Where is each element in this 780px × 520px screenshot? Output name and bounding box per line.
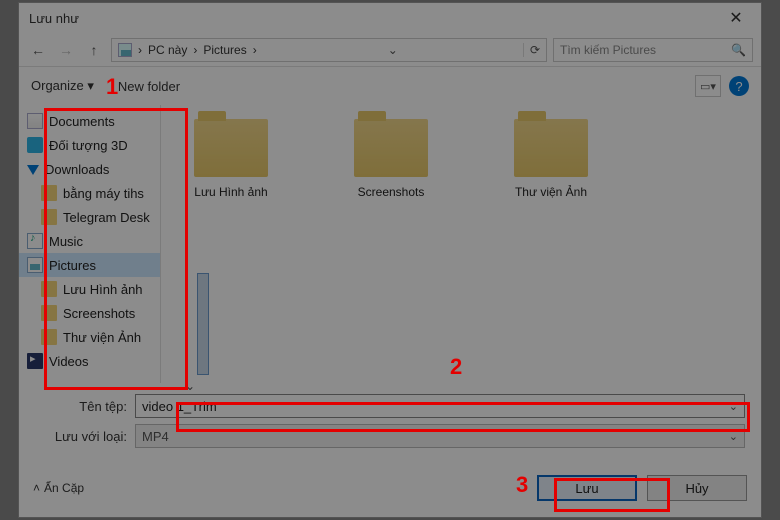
sidebar-item-label: Documents xyxy=(49,114,115,129)
breadcrumb-sep: › xyxy=(193,43,197,57)
dialog-footer: ˄ Ẩn Cặp Lưu Hủy xyxy=(19,467,761,509)
help-icon[interactable]: ? xyxy=(729,76,749,96)
sidebar-item-th-vi-n-nh[interactable]: Thư viện Ảnh xyxy=(19,325,160,349)
pic-icon xyxy=(27,257,43,273)
forward-icon: → xyxy=(55,39,77,61)
new-folder-button[interactable]: New folder xyxy=(118,79,180,94)
organize-menu[interactable]: Organize ▾ xyxy=(31,78,94,94)
fold-icon xyxy=(41,305,57,321)
titlebar: Lưu như ✕ xyxy=(19,3,761,33)
back-icon[interactable]: ← xyxy=(27,39,49,61)
sidebar-item-downloads[interactable]: Downloads xyxy=(19,157,160,181)
sidebar-item-label: Lưu Hình ảnh xyxy=(63,282,143,297)
cancel-button[interactable]: Hủy xyxy=(647,475,747,501)
view-mode-button[interactable]: ▭▾ xyxy=(695,75,721,97)
sidebar-item-label: Music xyxy=(49,234,83,249)
toolbar: Organize ▾ New folder ▭▾ ? xyxy=(19,67,761,105)
filename-input[interactable]: video 1_Trim ⌄ xyxy=(135,394,745,418)
folder-item[interactable]: Lưu Hình ảnh xyxy=(181,119,281,199)
save-button[interactable]: Lưu xyxy=(537,475,637,501)
obj3d-icon xyxy=(27,137,43,153)
breadcrumb-sep: › xyxy=(253,43,257,57)
sidebar-item-label: Screenshots xyxy=(63,306,135,321)
folder-item[interactable]: Screenshots xyxy=(341,119,441,199)
chevron-down-icon[interactable]: ⌄ xyxy=(729,400,738,413)
nav-row: ← → ↑ › PC này › Pictures › ⌄ ⟳ Tìm kiếm… xyxy=(19,33,761,67)
sidebar-item--i-t-ng-3d[interactable]: Đối tượng 3D xyxy=(19,133,160,157)
filetype-label: Lưu với loại: xyxy=(31,429,127,444)
sidebar-item-screenshots[interactable]: Screenshots xyxy=(19,301,160,325)
pc-icon xyxy=(118,43,132,57)
chevron-down-icon[interactable]: ⌄ xyxy=(729,430,738,443)
folder-label: Lưu Hình ảnh xyxy=(181,185,281,199)
vid-icon xyxy=(27,353,43,369)
folder-grid: Lưu Hình ảnh Screenshots Thư viện Ảnh xyxy=(161,105,761,383)
sidebar-item-l-u-h-nh-nh[interactable]: Lưu Hình ảnh xyxy=(19,277,160,301)
filetype-row: Lưu với loại: MP4 ⌄ xyxy=(19,421,761,451)
music-icon xyxy=(27,233,43,249)
sidebar-tree: Documents Đối tượng 3D Downloads bằng máy t… xyxy=(19,105,161,383)
folder-icon xyxy=(354,119,428,177)
folder-icon xyxy=(514,119,588,177)
filetype-value: MP4 xyxy=(142,429,169,444)
annotation-number-3: 3 xyxy=(516,472,528,498)
search-placeholder: Tìm kiếm Pictures xyxy=(560,43,656,57)
sidebar-item-videos[interactable]: Videos xyxy=(19,349,160,373)
breadcrumb-root[interactable]: PC này xyxy=(148,43,187,57)
address-bar[interactable]: › PC này › Pictures › ⌄ ⟳ xyxy=(111,38,547,62)
folder-item[interactable]: Thư viện Ảnh xyxy=(501,119,601,199)
search-input[interactable]: Tìm kiếm Pictures 🔍 xyxy=(553,38,753,62)
sidebar-item-label: Thư viện Ảnh xyxy=(63,330,141,345)
breadcrumb-folder[interactable]: Pictures xyxy=(203,43,246,57)
chevron-down-icon[interactable]: ⌄ xyxy=(185,379,195,393)
sidebar-item-pictures[interactable]: Pictures xyxy=(19,253,160,277)
sidebar-item-label: Đối tượng 3D xyxy=(49,138,128,153)
close-icon[interactable]: ✕ xyxy=(721,8,751,28)
hide-folders-toggle[interactable]: ˄ Ẩn Cặp xyxy=(33,481,84,495)
save-as-dialog: Lưu như ✕ ← → ↑ › PC này › Pictures › ⌄ … xyxy=(18,2,762,518)
search-icon: 🔍 xyxy=(731,43,746,57)
fold-icon xyxy=(41,329,57,345)
sidebar-item-documents[interactable]: Documents xyxy=(19,109,160,133)
annotation-number-1: 1 xyxy=(106,74,118,100)
filetype-select[interactable]: MP4 ⌄ xyxy=(135,424,745,448)
doc-icon xyxy=(27,113,43,129)
folder-icon xyxy=(194,119,268,177)
sidebar-item-label: bằng máy tihs xyxy=(63,186,144,201)
sidebar-item-b-ng-m-y-tihs[interactable]: bằng máy tihs xyxy=(19,181,160,205)
sidebar-item-label: Downloads xyxy=(45,162,109,177)
fold-icon xyxy=(41,281,57,297)
breadcrumb-sep: › xyxy=(138,43,142,57)
filename-value: video 1_Trim xyxy=(142,399,217,414)
sidebar-item-label: Pictures xyxy=(49,258,96,273)
selection-rectangle xyxy=(197,273,209,375)
fold-icon xyxy=(41,209,57,225)
fold-icon xyxy=(41,185,57,201)
chevron-down-icon[interactable]: ⌄ xyxy=(382,43,398,57)
sidebar-item-telegram-desk[interactable]: Telegram Desk xyxy=(19,205,160,229)
folder-label: Thư viện Ảnh xyxy=(501,185,601,199)
dl-icon xyxy=(27,165,39,175)
sidebar-item-music[interactable]: Music xyxy=(19,229,160,253)
sidebar-item-label: Telegram Desk xyxy=(63,210,150,225)
refresh-icon[interactable]: ⟳ xyxy=(523,43,540,57)
chevron-up-icon: ˄ xyxy=(33,481,40,495)
up-icon[interactable]: ↑ xyxy=(83,39,105,61)
sidebar-item-label: Videos xyxy=(49,354,89,369)
filename-row: Tên tệp: video 1_Trim ⌄ xyxy=(19,391,761,421)
annotation-number-2: 2 xyxy=(450,354,462,380)
filename-label: Tên tệp: xyxy=(31,399,127,414)
folder-label: Screenshots xyxy=(341,185,441,199)
dialog-title: Lưu như xyxy=(29,11,79,26)
